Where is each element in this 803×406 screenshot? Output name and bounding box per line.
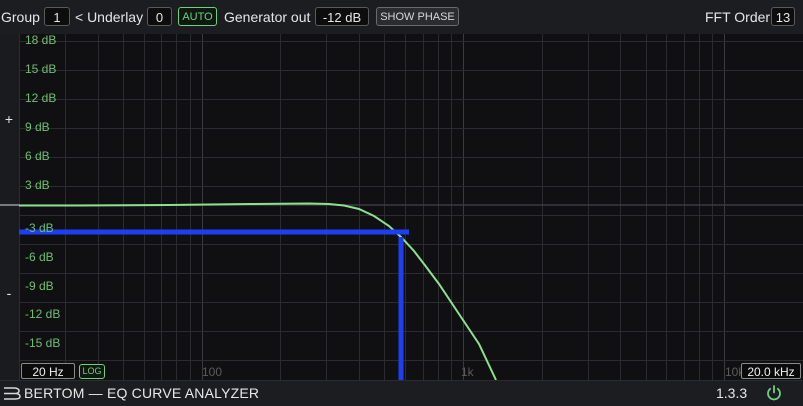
auto-button[interactable]: AUTO xyxy=(178,7,217,26)
y-label-9: 9 dB xyxy=(25,120,50,134)
x-label-1k: 1k xyxy=(461,365,474,379)
plot-canvas xyxy=(19,34,803,380)
gain-grid xyxy=(19,42,803,381)
max-frequency-field[interactable]: 20.0 kHz xyxy=(741,363,801,379)
top-toolbar: Group 1 < Underlay 0 AUTO Generator out … xyxy=(0,0,803,34)
y-label-18: 18 dB xyxy=(25,33,56,47)
fft-order-label: FFT Order xyxy=(705,8,770,27)
version-label: 1.3.3 xyxy=(716,385,747,401)
generator-out-label: Generator out xyxy=(224,8,310,27)
group-field[interactable]: 1 xyxy=(44,7,70,26)
eq-curve-plot[interactable]: 18 dB 15 dB 12 dB 9 dB 6 dB 3 dB -3 dB -… xyxy=(19,34,803,380)
y-label-minus-3: -3 dB xyxy=(25,221,54,235)
bertom-logo-icon xyxy=(3,387,21,400)
y-label-minus-6: -6 dB xyxy=(25,250,54,264)
group-label: Group xyxy=(1,8,40,27)
power-icon[interactable] xyxy=(765,384,783,402)
x-label-100: 100 xyxy=(202,365,222,379)
generator-out-field[interactable]: -12 dB xyxy=(315,7,369,26)
y-label-15: 15 dB xyxy=(25,62,56,76)
y-label-12: 12 dB xyxy=(25,91,56,105)
app-title: BERTOM — EQ CURVE ANALYZER xyxy=(24,385,259,401)
log-scale-toggle[interactable]: LOG xyxy=(79,364,105,379)
zoom-out-button[interactable]: - xyxy=(3,285,15,301)
y-label-6: 6 dB xyxy=(25,149,50,163)
underlay-field[interactable]: 0 xyxy=(147,7,172,26)
zoom-in-button[interactable]: + xyxy=(3,111,15,127)
gain-scale-gutter[interactable]: + - xyxy=(0,34,19,380)
underlay-label[interactable]: < Underlay xyxy=(75,8,143,27)
y-label-minus-15: -15 dB xyxy=(25,336,60,350)
y-label-minus-12: -12 dB xyxy=(25,307,60,321)
show-phase-button[interactable]: SHOW PHASE xyxy=(376,7,459,26)
y-label-3: 3 dB xyxy=(25,178,50,192)
footer-bar: BERTOM — EQ CURVE ANALYZER 1.3.3 xyxy=(0,380,803,406)
frequency-grid xyxy=(20,34,803,380)
min-frequency-field[interactable]: 20 Hz xyxy=(21,363,75,379)
fft-order-field[interactable]: 13 xyxy=(771,7,795,26)
y-label-minus-9: -9 dB xyxy=(25,279,54,293)
zero-db-marker xyxy=(0,204,19,206)
